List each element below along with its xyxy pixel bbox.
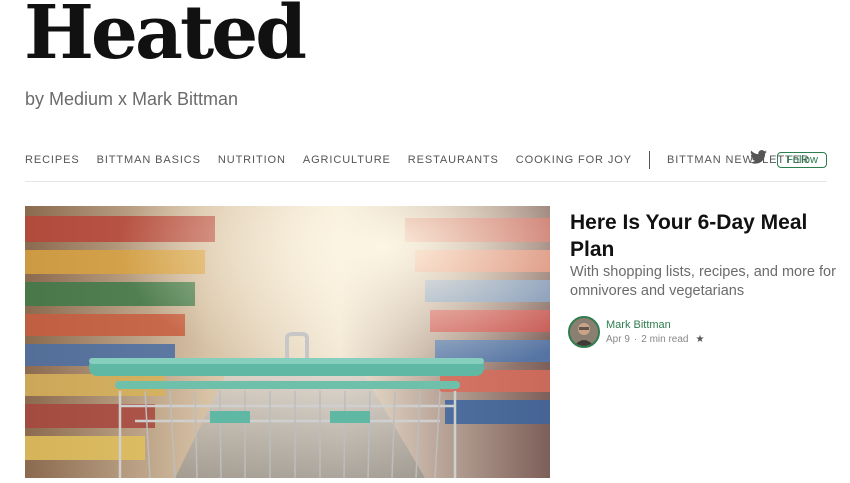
follow-button[interactable]: Follow bbox=[777, 151, 827, 168]
article-meta: Apr 9 · 2 min read ★ bbox=[606, 334, 704, 345]
author-row: Mark Bittman Apr 9 · 2 min read ★ bbox=[568, 316, 704, 348]
nav-separator bbox=[648, 151, 650, 169]
read-time: 2 min read bbox=[641, 334, 689, 345]
article-hero-image[interactable] bbox=[25, 206, 550, 478]
nav-divider bbox=[25, 181, 827, 182]
nav-item-nutrition[interactable]: NUTRITION bbox=[218, 154, 286, 166]
nav-item-agriculture[interactable]: AGRICULTURE bbox=[303, 154, 391, 166]
site-byline: by Medium x Mark Bittman bbox=[25, 89, 239, 109]
article-subtitle[interactable]: With shopping lists, recipes, and more f… bbox=[570, 263, 840, 301]
meta-separator: · bbox=[633, 334, 638, 345]
nav-item-cooking-for-joy[interactable]: COOKING FOR JOY bbox=[516, 154, 632, 166]
author-info: Mark Bittman Apr 9 · 2 min read ★ bbox=[606, 319, 704, 345]
star-icon[interactable]: ★ bbox=[696, 334, 705, 345]
nav-social: Follow bbox=[750, 150, 827, 169]
twitter-icon[interactable] bbox=[750, 150, 768, 169]
author-name[interactable]: Mark Bittman bbox=[606, 319, 704, 331]
article-title[interactable]: Here Is Your 6-Day Meal Plan bbox=[570, 209, 830, 263]
avatar[interactable] bbox=[568, 316, 600, 348]
site-logo[interactable]: Heated bbox=[24, 0, 307, 70]
article-date: Apr 9 bbox=[606, 334, 630, 345]
nav-item-bittman-basics[interactable]: BITTMAN BASICS bbox=[97, 154, 201, 166]
main-nav: RECIPES BITTMAN BASICS NUTRITION AGRICUL… bbox=[25, 150, 827, 170]
nav-item-recipes[interactable]: RECIPES bbox=[25, 154, 80, 166]
nav-item-restaurants[interactable]: RESTAURANTS bbox=[408, 154, 499, 166]
grocery-cart-aisle-image bbox=[25, 206, 550, 478]
